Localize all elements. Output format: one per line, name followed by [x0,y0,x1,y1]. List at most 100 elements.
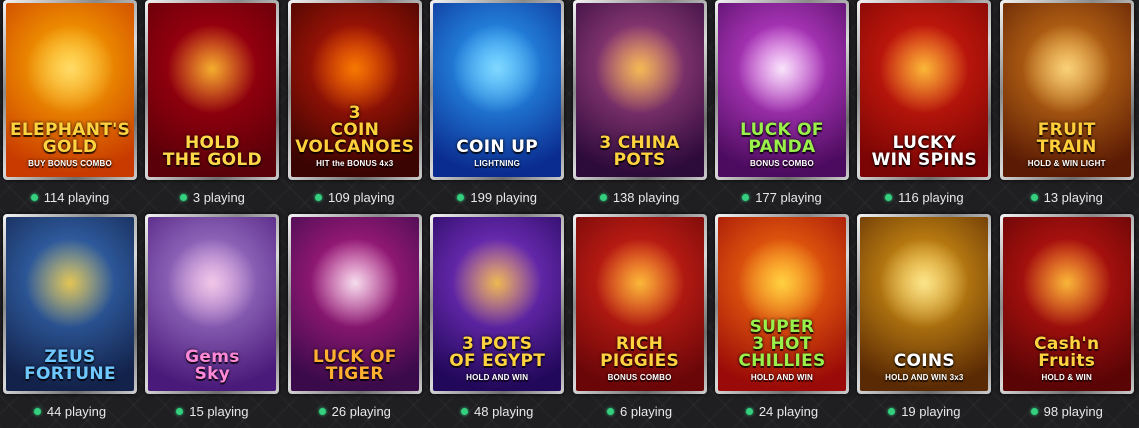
game-thumbnail[interactable]: 3 CHINA POTS [575,3,704,177]
artwork-glow [594,238,685,329]
artwork-glow [452,24,543,115]
player-count: 44 playing [33,394,107,428]
game-thumbnail[interactable]: COINS HOLD AND WIN 3x3 [860,217,989,391]
artwork-glow [879,238,970,329]
game-thumbnail-frame[interactable]: HOLD THE GOLD [145,0,280,180]
online-status-dot-icon [461,407,469,415]
game-thumbnail-frame[interactable]: LUCK OF TIGER [287,214,422,394]
game-thumbnail[interactable]: RICH PIGGIES BONUS COMBO [575,217,704,391]
game-thumbnail[interactable]: SUPER 3 HOT CHILLIES HOLD AND WIN [717,217,846,391]
game-tile[interactable]: Cash'n Fruits HOLD & WIN 98 playing [999,214,1135,428]
game-thumbnail-frame[interactable]: LUCKY WIN SPINS [857,0,992,180]
game-thumbnail[interactable]: LUCK OF TIGER [290,217,419,391]
game-subtitle: HOLD AND WIN [750,373,813,382]
online-status-dot-icon [1030,407,1038,415]
game-title: SUPER 3 HOT CHILLIES HOLD AND WIN [718,319,846,391]
game-thumbnail[interactable]: FRUIT TRAIN HOLD & WIN LIGHT [1002,3,1131,177]
game-title: 3 CHINA POTS [599,133,680,170]
game-grid: ELEPHANT'S GOLD BUY BONUS COMBO 114 playin… [0,0,1139,428]
game-thumbnail[interactable]: 3 POTS OF EGYPT HOLD AND WIN [433,217,562,391]
game-tile[interactable]: ELEPHANT'S GOLD BUY BONUS COMBO 114 playin… [2,0,138,214]
player-count-label: 3 playing [192,189,245,205]
game-tile[interactable]: RICH PIGGIES BONUS COMBO 6 playing [572,214,708,428]
game-tile[interactable]: LUCKY WIN SPINS 116 playing [856,0,992,214]
game-tile[interactable]: COINS HOLD AND WIN 3x3 19 playing [856,214,992,428]
online-status-dot-icon [1030,193,1038,201]
player-count: 116 playing [885,180,964,214]
player-count: 138 playing [599,180,679,214]
game-thumbnail-frame[interactable]: COINS HOLD AND WIN 3x3 [857,214,992,394]
online-status-dot-icon [457,193,465,201]
game-tile[interactable]: Gems Sky 15 playing [144,214,280,428]
game-thumbnail-frame[interactable]: SUPER 3 HOT CHILLIES HOLD AND WIN [714,214,849,394]
player-count-label: 109 playing [328,189,395,205]
game-title: Gems Sky [185,347,240,384]
artwork-glow [736,24,827,115]
artwork-glow [309,238,400,329]
game-title: LUCK OF PANDA BONUS COMBO [718,122,846,177]
game-thumbnail[interactable]: 3 COIN VOLCANOES HIT the BONUS 4x3 [290,3,419,177]
player-count-label: 44 playing [46,403,107,419]
game-tile[interactable]: 3 POTS OF EGYPT HOLD AND WIN 48 playing [429,214,565,428]
player-count: 98 playing [1030,394,1103,428]
game-thumbnail-frame[interactable]: 3 COIN VOLCANOES HIT the BONUS 4x3 [287,0,422,180]
game-tile[interactable]: LUCK OF PANDA BONUS COMBO 177 playing [714,0,850,214]
game-thumbnail[interactable]: LUCK OF PANDA BONUS COMBO [717,3,846,177]
artwork-glow [1021,238,1112,329]
player-count-label: 177 playing [755,189,822,205]
game-title: 3 POTS OF EGYPT HOLD AND WIN [433,336,561,391]
online-status-dot-icon [745,407,753,415]
game-title: FRUIT TRAIN HOLD & WIN LIGHT [1003,122,1131,177]
online-status-dot-icon [179,193,187,201]
game-tile[interactable]: ZEUS FORTUNE 44 playing [2,214,138,428]
player-count-label: 6 playing [620,403,673,419]
game-tile[interactable]: FRUIT TRAIN HOLD & WIN LIGHT 13 playing [999,0,1135,214]
game-thumbnail[interactable]: LUCKY WIN SPINS [860,3,989,177]
game-thumbnail[interactable]: Cash'n Fruits HOLD & WIN [1002,217,1131,391]
game-tile[interactable]: 3 COIN VOLCANOES HIT the BONUS 4x3 109 pla… [287,0,423,214]
game-subtitle: LIGHTNING [474,159,521,168]
player-count-label: 24 playing [758,403,819,419]
game-subtitle: HOLD & WIN LIGHT [1027,159,1106,168]
game-thumbnail-frame[interactable]: ZEUS FORTUNE [3,214,137,394]
player-count: 6 playing [607,394,672,428]
game-title: LUCKY WIN SPINS [871,133,978,170]
game-tile[interactable]: 3 CHINA POTS 138 playing [572,0,708,214]
game-thumbnail-frame[interactable]: RICH PIGGIES BONUS COMBO [572,214,707,394]
game-subtitle: HOLD & WIN [1041,373,1092,382]
player-count-label: 19 playing [901,403,961,419]
game-thumbnail-frame[interactable]: Cash'n Fruits HOLD & WIN [999,214,1134,394]
game-thumbnail-frame[interactable]: ELEPHANT'S GOLD BUY BONUS COMBO [3,0,137,180]
game-thumbnail-frame[interactable]: LUCK OF PANDA BONUS COMBO [714,0,849,180]
game-tile[interactable]: LUCK OF TIGER 26 playing [287,214,423,428]
artwork-glow [167,24,258,115]
game-thumbnail-frame[interactable]: FRUIT TRAIN HOLD & WIN LIGHT [999,0,1134,180]
game-title: ELEPHANT'S GOLD BUY BONUS COMBO [10,120,131,169]
game-thumbnail-frame[interactable]: COIN UP LIGHTNING [430,0,565,180]
game-thumbnail-frame[interactable]: 3 CHINA POTS [572,0,707,180]
game-thumbnail-frame[interactable]: 3 POTS OF EGYPT HOLD AND WIN [430,214,565,394]
artwork-glow [25,24,115,115]
game-title: HOLD THE GOLD [162,133,262,170]
game-title: COIN UP LIGHTNING [433,139,561,177]
player-count: 177 playing [742,180,822,214]
online-status-dot-icon [888,407,896,415]
artwork-glow [452,238,543,329]
game-tile[interactable]: COIN UP LIGHTNING 199 playing [429,0,565,214]
game-tile[interactable]: SUPER 3 HOT CHILLIES HOLD AND WIN 24 playi… [714,214,850,428]
online-status-dot-icon [176,407,184,415]
game-thumbnail[interactable]: Gems Sky [148,217,277,391]
game-thumbnail[interactable]: ZEUS FORTUNE [6,217,134,391]
game-tile[interactable]: HOLD THE GOLD 3 playing [144,0,280,214]
online-status-dot-icon [599,193,607,201]
game-title: ZEUS FORTUNE [24,347,116,384]
player-count: 26 playing [318,394,391,428]
game-thumbnail[interactable]: COIN UP LIGHTNING [433,3,562,177]
game-thumbnail[interactable]: HOLD THE GOLD [148,3,277,177]
game-thumbnail[interactable]: ELEPHANT'S GOLD BUY BONUS COMBO [6,3,134,177]
online-status-dot-icon [607,407,615,415]
online-status-dot-icon [742,193,750,201]
player-count-label: 114 playing [43,189,110,205]
player-count: 19 playing [888,394,960,428]
game-thumbnail-frame[interactable]: Gems Sky [145,214,280,394]
